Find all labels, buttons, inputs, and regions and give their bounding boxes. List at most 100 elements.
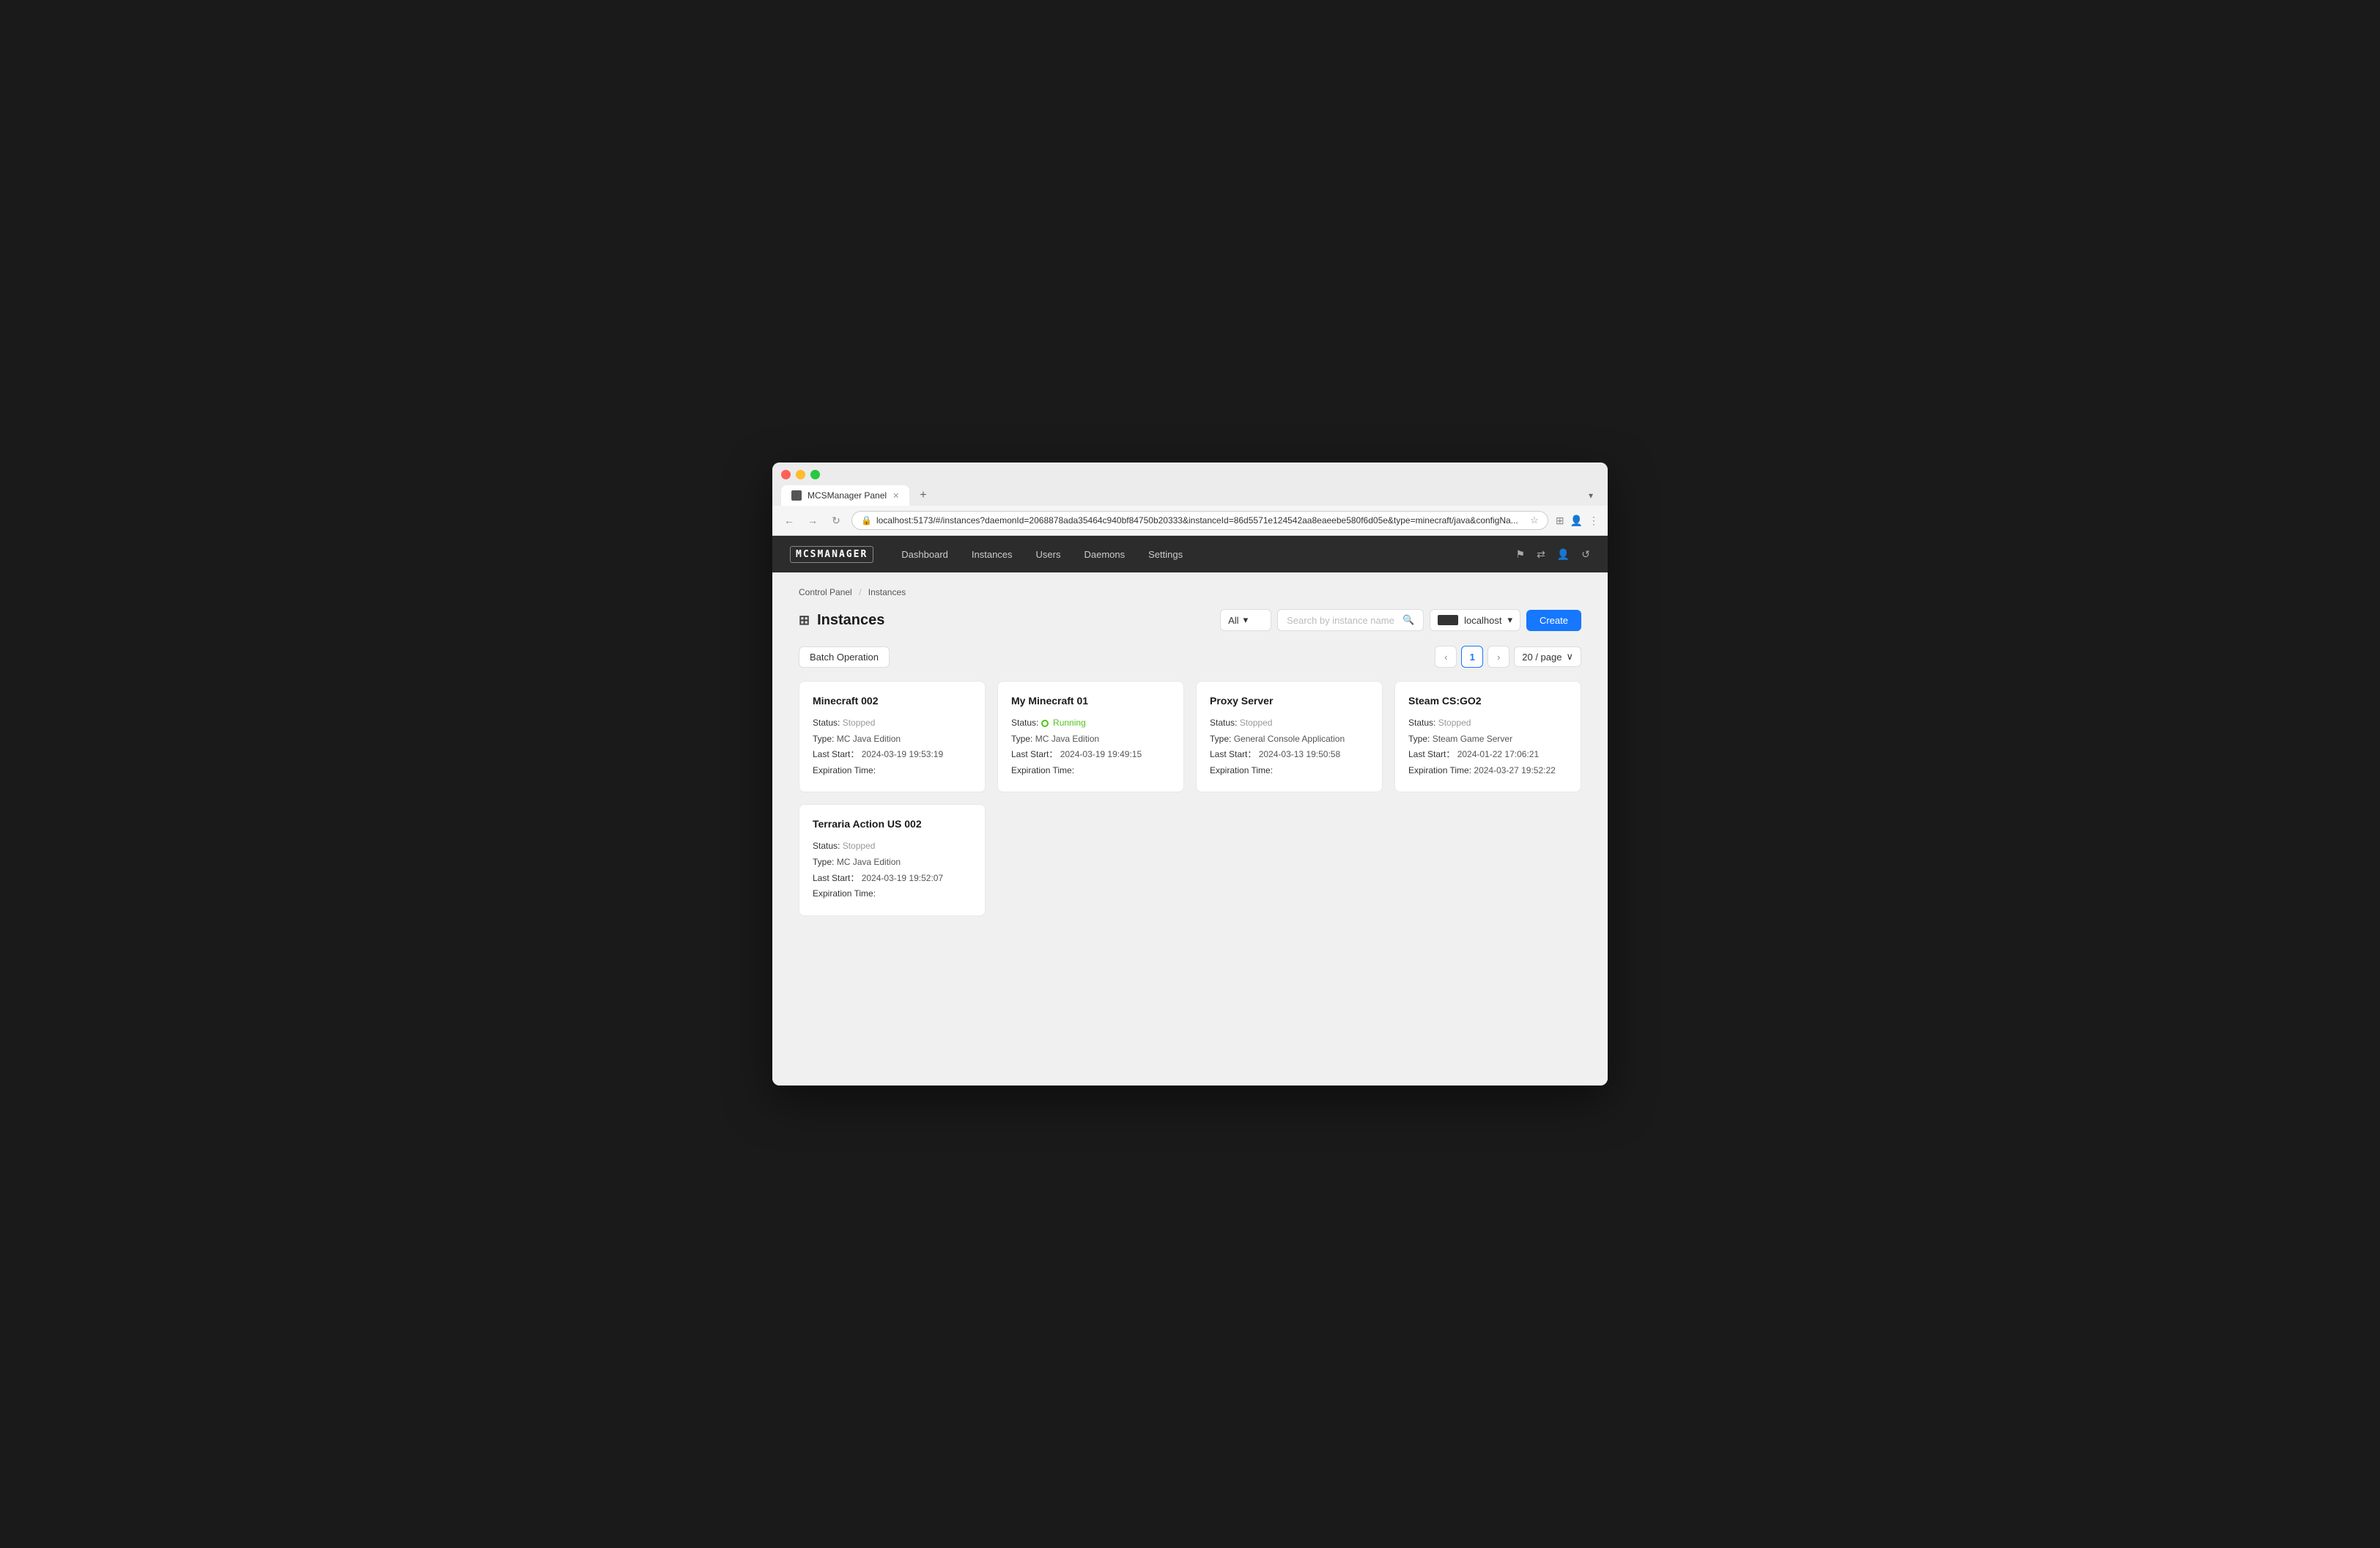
daemon-selector[interactable]: localhost ▾ bbox=[1430, 609, 1520, 631]
instance-laststart: 2024-03-13 19:50:58 bbox=[1259, 749, 1340, 759]
instance-info: Status: Stopped Type: Steam Game Server … bbox=[1408, 715, 1567, 778]
instance-type-row: Type: MC Java Edition bbox=[813, 855, 972, 871]
breadcrumb-sep: / bbox=[859, 587, 861, 597]
instance-expiry-row: Expiration Time: bbox=[813, 886, 972, 902]
nav-daemons[interactable]: Daemons bbox=[1074, 545, 1136, 564]
page-title: ⊞ Instances bbox=[799, 612, 884, 629]
menu-icon[interactable]: ⋮ bbox=[1589, 515, 1599, 527]
status-label: Status: bbox=[813, 718, 840, 728]
profile-icon[interactable]: 👤 bbox=[1570, 515, 1583, 527]
back-button[interactable]: ← bbox=[781, 515, 797, 526]
laststart-label: Last Start： bbox=[1408, 749, 1455, 759]
create-button[interactable]: Create bbox=[1526, 610, 1581, 631]
instance-status: Stopped bbox=[1438, 718, 1471, 728]
search-icon: 🔍 bbox=[1402, 614, 1414, 626]
breadcrumb: Control Panel / Instances bbox=[799, 587, 1581, 597]
breadcrumb-home[interactable]: Control Panel bbox=[799, 587, 852, 597]
instance-status-row: Status: Stopped bbox=[1408, 715, 1567, 731]
browser-chrome: MCSManager Panel ✕ + ▾ bbox=[772, 462, 1608, 506]
type-label: Type: bbox=[813, 857, 834, 867]
forward-button[interactable]: → bbox=[805, 515, 821, 526]
nav-dashboard[interactable]: Dashboard bbox=[891, 545, 958, 564]
instance-laststart: 2024-03-19 19:52:07 bbox=[862, 873, 943, 883]
active-tab[interactable]: MCSManager Panel ✕ bbox=[781, 485, 909, 506]
address-bar-icons: ☆ bbox=[1530, 515, 1539, 526]
instance-type: MC Java Edition bbox=[837, 857, 901, 867]
instance-status: Stopped bbox=[1240, 718, 1273, 728]
tab-bar: MCSManager Panel ✕ + ▾ bbox=[781, 485, 1599, 506]
instance-name: Minecraft 002 bbox=[813, 695, 972, 707]
new-tab-button[interactable]: + bbox=[914, 486, 932, 505]
instance-grid: Minecraft 002 Status: Stopped Type: MC J… bbox=[799, 681, 1581, 916]
search-box[interactable]: Search by instance name 🔍 bbox=[1277, 609, 1424, 631]
instance-card[interactable]: My Minecraft 01 Status: Running Type: MC… bbox=[997, 681, 1184, 792]
daemon-dropdown-icon: ▾ bbox=[1507, 614, 1512, 626]
instance-name: Terraria Action US 002 bbox=[813, 818, 972, 830]
instance-card[interactable]: Proxy Server Status: Stopped Type: Gener… bbox=[1196, 681, 1383, 792]
extensions-icon[interactable]: ⊞ bbox=[1556, 515, 1564, 527]
laststart-label: Last Start： bbox=[813, 873, 859, 883]
type-label: Type: bbox=[813, 734, 834, 744]
filter-dropdown-icon: ▾ bbox=[1243, 614, 1249, 626]
instance-type-row: Type: General Console Application bbox=[1210, 731, 1369, 748]
running-dot bbox=[1041, 720, 1049, 727]
instance-type: MC Java Edition bbox=[837, 734, 901, 744]
nav-settings[interactable]: Settings bbox=[1138, 545, 1193, 564]
nav-users[interactable]: Users bbox=[1026, 545, 1071, 564]
instance-info: Status: Stopped Type: MC Java Edition La… bbox=[813, 715, 972, 778]
status-label: Status: bbox=[1210, 718, 1237, 728]
instance-info: Status: Stopped Type: MC Java Edition La… bbox=[813, 838, 972, 902]
app-nav: MCSMANAGER Dashboard Instances Users Dae… bbox=[772, 536, 1608, 572]
fullscreen-button[interactable] bbox=[810, 470, 820, 479]
instance-type-row: Type: MC Java Edition bbox=[1011, 731, 1170, 748]
instance-expiry: 2024-03-27 19:52:22 bbox=[1474, 765, 1555, 775]
tab-title: MCSManager Panel bbox=[808, 490, 887, 501]
nav-icon-3[interactable]: 👤 bbox=[1557, 548, 1570, 561]
nav-icon-4[interactable]: ↺ bbox=[1581, 548, 1590, 561]
tab-dropdown-icon[interactable]: ▾ bbox=[1583, 487, 1599, 504]
instance-status-row: Status: Stopped bbox=[1210, 715, 1369, 731]
instance-status: Running bbox=[1053, 718, 1086, 728]
type-label: Type: bbox=[1011, 734, 1032, 744]
next-page-button[interactable]: › bbox=[1488, 646, 1509, 668]
daemon-dot bbox=[1438, 615, 1458, 625]
search-placeholder: Search by instance name bbox=[1287, 615, 1394, 626]
page-title-text: Instances bbox=[817, 612, 884, 629]
minimize-button[interactable] bbox=[796, 470, 805, 479]
nav-right-icons: ⚑ ⇄ 👤 ↺ bbox=[1516, 548, 1590, 561]
refresh-button[interactable]: ↻ bbox=[828, 515, 844, 527]
page-size-select[interactable]: 20 / page ∨ bbox=[1514, 646, 1581, 667]
instance-status: Stopped bbox=[843, 718, 876, 728]
expiry-label: Expiration Time: bbox=[813, 888, 876, 899]
instance-card[interactable]: Steam CS:GO2 Status: Stopped Type: Steam… bbox=[1394, 681, 1581, 792]
bookmark-icon[interactable]: ☆ bbox=[1530, 515, 1539, 526]
instance-status-row: Status: Running bbox=[1011, 715, 1170, 731]
instance-type: Steam Game Server bbox=[1433, 734, 1512, 744]
status-label: Status: bbox=[1011, 718, 1038, 728]
instance-info: Status: Running Type: MC Java Edition La… bbox=[1011, 715, 1170, 778]
nav-icon-1[interactable]: ⚑ bbox=[1516, 548, 1526, 561]
toolbar: Batch Operation ‹ 1 › 20 / page ∨ bbox=[799, 646, 1581, 668]
close-button[interactable] bbox=[781, 470, 791, 479]
instance-type-row: Type: Steam Game Server bbox=[1408, 731, 1567, 748]
instance-laststart: 2024-01-22 17:06:21 bbox=[1457, 749, 1539, 759]
breadcrumb-current: Instances bbox=[868, 587, 906, 597]
address-bar[interactable]: 🔒 localhost:5173/#/instances?daemonId=20… bbox=[851, 511, 1548, 530]
instance-laststart: 2024-03-19 19:49:15 bbox=[1060, 749, 1142, 759]
filter-bar: All ▾ Search by instance name 🔍 localhos… bbox=[1220, 609, 1581, 631]
instance-card[interactable]: Terraria Action US 002 Status: Stopped T… bbox=[799, 804, 986, 915]
instance-info: Status: Stopped Type: General Console Ap… bbox=[1210, 715, 1369, 778]
browser-window: MCSManager Panel ✕ + ▾ ← → ↻ 🔒 localhost… bbox=[772, 462, 1608, 1086]
instance-expiry-row: Expiration Time: bbox=[813, 763, 972, 779]
status-label: Status: bbox=[813, 841, 840, 851]
nav-instances[interactable]: Instances bbox=[961, 545, 1023, 564]
batch-operation-button[interactable]: Batch Operation bbox=[799, 646, 890, 668]
filter-select[interactable]: All ▾ bbox=[1220, 609, 1271, 631]
prev-page-button[interactable]: ‹ bbox=[1435, 646, 1457, 668]
page-size-dropdown-icon: ∨ bbox=[1566, 651, 1573, 663]
tab-close-icon[interactable]: ✕ bbox=[892, 491, 899, 501]
nav-icon-2[interactable]: ⇄ bbox=[1537, 548, 1545, 561]
page-1-button[interactable]: 1 bbox=[1461, 646, 1483, 668]
instance-card[interactable]: Minecraft 002 Status: Stopped Type: MC J… bbox=[799, 681, 986, 792]
instance-name: Steam CS:GO2 bbox=[1408, 695, 1567, 707]
